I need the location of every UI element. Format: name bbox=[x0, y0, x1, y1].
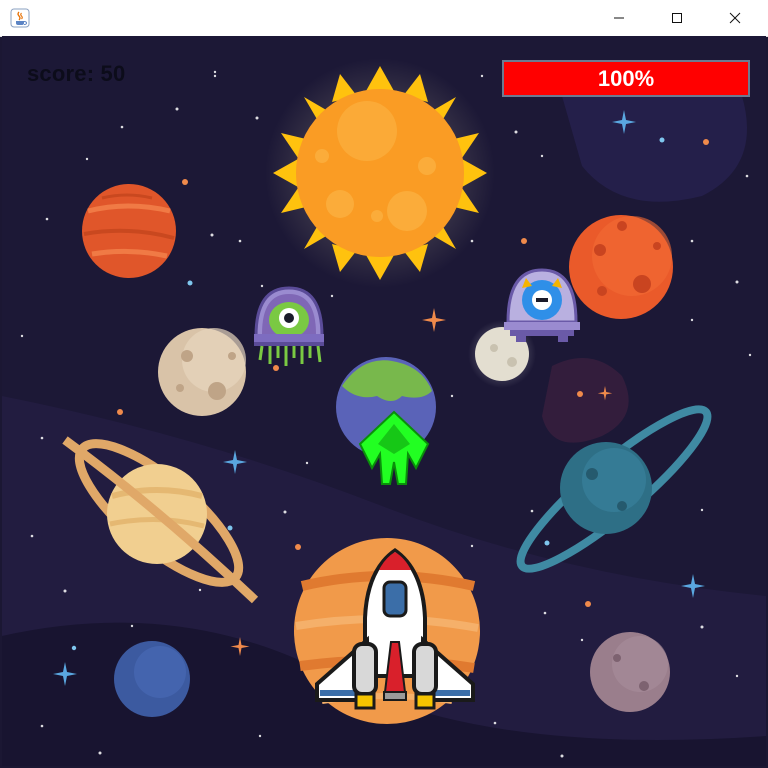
maximize-icon bbox=[672, 13, 682, 23]
close-button[interactable] bbox=[706, 0, 764, 36]
beige-moon bbox=[158, 328, 246, 416]
mauve-planet bbox=[590, 632, 670, 712]
score-label: score: 50 bbox=[27, 61, 126, 86]
minimize-button[interactable] bbox=[590, 0, 648, 36]
java-app-icon bbox=[10, 8, 30, 28]
blue-planet bbox=[114, 641, 190, 717]
health-bar-label: 100% bbox=[597, 65, 655, 91]
game-window: score: 50 100% bbox=[0, 0, 768, 768]
orange-planet bbox=[569, 215, 673, 319]
title-bar[interactable] bbox=[0, 0, 768, 37]
player-space-shuttle[interactable] bbox=[312, 544, 478, 720]
green-arrow-shot bbox=[358, 410, 430, 485]
minimize-icon bbox=[614, 17, 624, 19]
game-canvas[interactable]: score: 50 100% bbox=[2, 36, 766, 766]
blue-alien-ufo[interactable] bbox=[502, 266, 582, 346]
red-planet bbox=[82, 184, 176, 278]
maximize-button[interactable] bbox=[648, 0, 706, 36]
health-bar: 100% bbox=[502, 60, 750, 97]
sun bbox=[265, 58, 495, 288]
close-icon bbox=[729, 12, 741, 24]
green-alien-ufo[interactable] bbox=[248, 284, 330, 368]
